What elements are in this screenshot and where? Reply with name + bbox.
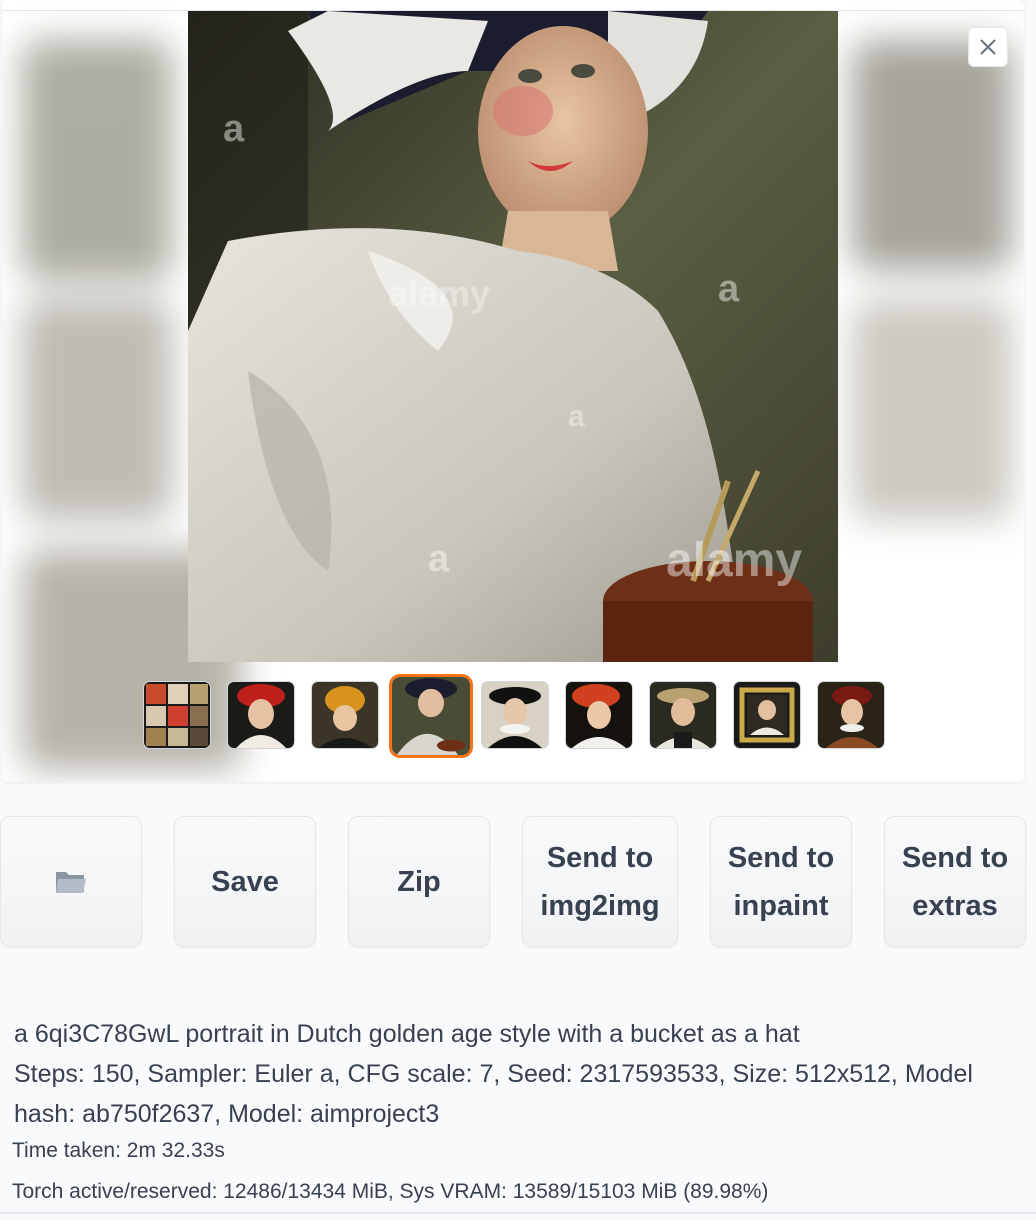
folder-icon xyxy=(56,871,86,893)
params-line: Steps: 150, Sampler: Euler a, CFG scale:… xyxy=(14,1060,973,1088)
svg-text:a: a xyxy=(568,400,585,433)
close-icon xyxy=(980,39,996,55)
label-line: Send to xyxy=(901,841,1009,874)
thumbnail-image[interactable] xyxy=(734,682,800,748)
save-button[interactable]: Save xyxy=(174,816,316,947)
selected-generated-image[interactable]: a a a a alamy alamy xyxy=(188,11,838,662)
svg-text:alamy: alamy xyxy=(666,534,802,587)
generation-info: a 6qi3C78GwL portrait in Dutch golden ag… xyxy=(14,1014,1024,1134)
thumbnail-image[interactable] xyxy=(312,682,378,748)
svg-text:a: a xyxy=(223,108,245,150)
thumbnail-image[interactable] xyxy=(818,682,884,748)
thumbnail-image[interactable] xyxy=(228,682,294,748)
label-line: extras xyxy=(912,889,998,922)
thumbnail-grid[interactable] xyxy=(144,682,210,748)
thumbnail-image[interactable] xyxy=(650,682,716,748)
save-button-label: Save xyxy=(211,865,279,898)
thumbnail-image[interactable] xyxy=(482,682,548,748)
zip-button-label: Zip xyxy=(397,865,441,898)
label-line: inpaint xyxy=(733,889,829,922)
send-to-inpaint-label: Send to inpaint xyxy=(728,834,834,930)
torch-memory-stats: Torch active/reserved: 12486/13434 MiB, … xyxy=(12,1180,769,1203)
send-to-img2img-button[interactable]: Send to img2img xyxy=(522,816,678,947)
label-line: img2img xyxy=(540,889,660,922)
thumbnail-image-selected[interactable] xyxy=(392,677,470,755)
label-line: Send to xyxy=(727,841,835,874)
send-to-inpaint-button[interactable]: Send to inpaint xyxy=(710,816,852,947)
thumbnail-strip xyxy=(144,677,904,755)
params-line: hash: ab750f2637, Model: aimproject3 xyxy=(14,1100,440,1128)
label-line: Send to xyxy=(546,841,654,874)
send-to-extras-label: Send to extras xyxy=(902,834,1008,930)
image-gallery: a a a a alamy alamy xyxy=(2,0,1024,782)
divider xyxy=(0,1212,1036,1214)
svg-text:a: a xyxy=(428,538,450,580)
send-to-extras-button[interactable]: Send to extras xyxy=(884,816,1026,947)
prompt-text: a 6qi3C78GwL portrait in Dutch golden ag… xyxy=(14,1020,800,1048)
open-folder-button[interactable] xyxy=(0,816,142,947)
thumbnail-image[interactable] xyxy=(566,682,632,748)
zip-button[interactable]: Zip xyxy=(348,816,490,947)
time-taken: Time taken: 2m 32.33s xyxy=(12,1139,225,1162)
svg-text:a: a xyxy=(718,268,740,310)
send-to-img2img-label: Send to img2img xyxy=(540,834,659,930)
close-button[interactable] xyxy=(968,27,1008,67)
svg-text:alamy: alamy xyxy=(388,273,490,314)
